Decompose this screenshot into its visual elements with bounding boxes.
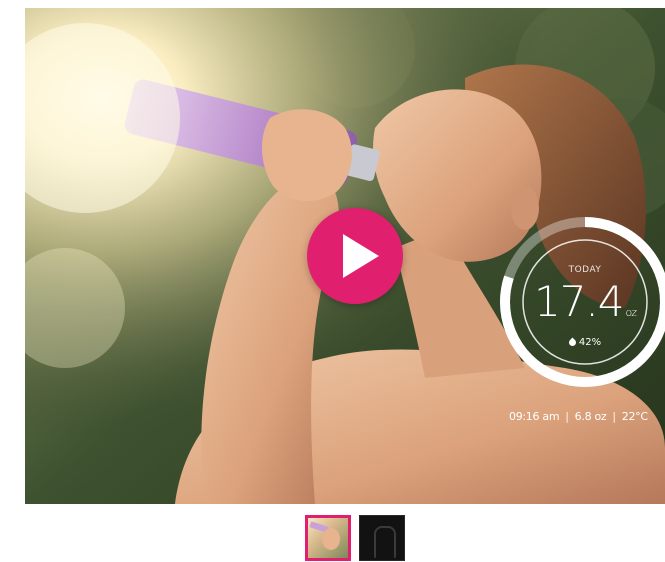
thumbnail-face-shape xyxy=(322,528,340,550)
play-icon xyxy=(343,234,379,278)
thumbnail-product[interactable] xyxy=(359,515,405,561)
stats-amount: 6.8 oz xyxy=(574,410,607,423)
stats-separator: | xyxy=(565,410,569,423)
overlay-value: 17.4 oz xyxy=(498,277,665,326)
stats-temperature: 22°C xyxy=(621,410,648,423)
overlay-label: TODAY xyxy=(568,265,602,275)
play-button[interactable] xyxy=(307,208,403,304)
thumbnail-video[interactable] xyxy=(305,515,351,561)
overlay-percent-text: 42% xyxy=(578,337,602,348)
overlay-percent: 42% xyxy=(498,337,665,348)
water-drop-icon xyxy=(567,337,578,347)
overlay-stats: 09:16 am | 6.8 oz | 22°C xyxy=(509,410,665,423)
hydration-overlay: TODAY 17.4 oz 42% xyxy=(498,215,665,389)
stats-separator: | xyxy=(612,410,616,423)
product-media-gallery: TODAY 17.4 oz 42% 09:16 am | 6.8 oz | 22°C xyxy=(0,0,665,562)
stats-time: 09:16 am xyxy=(509,410,560,423)
overlay-value-number: 17.4 xyxy=(533,277,625,326)
thumbnail-device-shape xyxy=(374,526,396,558)
overlay-value-unit: oz xyxy=(625,306,637,319)
video-player[interactable]: TODAY 17.4 oz 42% 09:16 am | 6.8 oz | 22°C xyxy=(25,8,665,504)
